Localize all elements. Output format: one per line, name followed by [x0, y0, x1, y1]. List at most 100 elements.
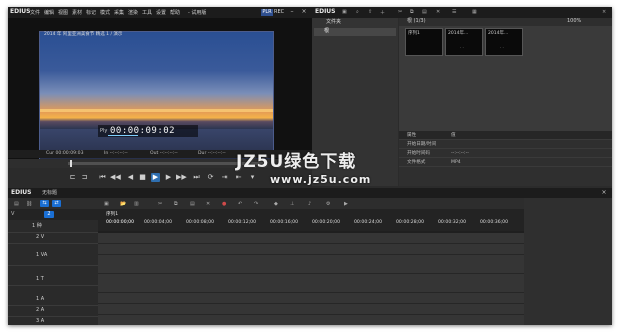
track-name: 1 T — [36, 276, 44, 282]
clip-thumbnail[interactable]: 2014年... · · — [485, 28, 523, 56]
set-in-icon[interactable]: ⊏ — [68, 173, 77, 182]
time-ruler[interactable]: 序列1 00:00:00;00 00:00:04;00 00:00:08;00 … — [98, 209, 524, 231]
insert-icon[interactable]: ⇥ — [220, 173, 229, 182]
track-row[interactable]: 1 A — [8, 295, 98, 306]
properties-icon[interactable]: ☰ — [452, 9, 456, 15]
clip-label: 2014年... — [448, 31, 469, 36]
menu-capture[interactable]: 采集 — [114, 9, 124, 16]
stop-icon[interactable]: ■ — [138, 173, 147, 182]
menu-bar: EDIUS 文件 编辑 视图 素材 标记 模式 采集 渲染 工具 设置 帮助 -… — [8, 7, 312, 18]
view-mode-icon[interactable]: ▦ — [472, 9, 477, 15]
track-row[interactable]: 2 A — [8, 306, 98, 317]
redo-icon[interactable]: ↷ — [254, 201, 258, 207]
fast-forward-icon[interactable]: ▶▶ — [176, 173, 187, 182]
next-edit-icon[interactable]: ⏭ — [192, 173, 201, 182]
track-row[interactable]: 1 VA — [8, 251, 98, 266]
record-icon[interactable]: ● — [222, 201, 226, 207]
folder-tab[interactable]: 文件夹 — [326, 19, 341, 26]
play-icon[interactable]: ▶ — [151, 173, 160, 182]
menu-render[interactable]: 渲染 — [128, 9, 138, 16]
menu-help[interactable]: 帮助 — [170, 9, 180, 16]
side-panel-close-icon[interactable]: × — [600, 189, 608, 197]
cur-timecode: Cur 00:00:09:03 — [46, 151, 84, 156]
overwrite-icon[interactable]: ⇤ — [234, 173, 243, 182]
menu-more-icon[interactable]: ▾ — [248, 173, 257, 182]
close-icon[interactable]: × — [300, 8, 308, 16]
plr-toggle[interactable]: PLR — [261, 9, 273, 16]
step-back-icon[interactable]: ◀ — [126, 173, 135, 182]
rec-toggle[interactable]: REC — [274, 9, 284, 15]
set-out-icon[interactable]: ⊐ — [80, 173, 89, 182]
bin-close-icon[interactable]: × — [602, 9, 606, 15]
track-row[interactable]: 3 A — [8, 317, 98, 325]
render-icon[interactable]: ▶ — [344, 201, 348, 207]
track-lane[interactable] — [98, 233, 524, 244]
v-label: V — [11, 211, 15, 217]
track-lane[interactable] — [98, 255, 524, 274]
property-row: 开始时间码 --:--:--:-- — [399, 149, 612, 158]
paste-icon[interactable]: ▤ — [422, 9, 427, 15]
step-forward-icon[interactable]: ▶ — [164, 173, 173, 182]
copy-icon[interactable]: ⧉ — [410, 9, 414, 15]
audio-icon[interactable]: ♪ — [308, 201, 311, 207]
add-clip-icon[interactable]: ＋ — [380, 9, 385, 16]
new-sequence-icon[interactable]: ▣ — [104, 201, 109, 207]
folder-root-row[interactable]: 根 — [314, 28, 396, 36]
cut-tool-icon[interactable]: ✂ — [158, 201, 162, 207]
split-icon[interactable]: ⊥ — [290, 201, 294, 207]
cut-icon[interactable]: ✂ — [398, 9, 402, 15]
clip-thumbnail[interactable]: 2014年... · · — [445, 28, 483, 56]
sync-icon[interactable]: ⇆ — [40, 200, 49, 207]
track-row[interactable]: 1 T — [8, 275, 98, 286]
prev-edit-icon[interactable]: ⏮ — [98, 173, 107, 182]
undo-icon[interactable]: ↶ — [238, 201, 242, 207]
in-timecode: In --:--:--:-- — [104, 151, 128, 156]
track-row[interactable]: 1 种 — [8, 222, 98, 233]
menu-settings[interactable]: 设置 — [156, 9, 166, 16]
paste-tool-icon[interactable]: ▤ — [190, 201, 195, 207]
up-folder-icon[interactable]: ⇧ — [368, 9, 372, 15]
search-icon[interactable]: ⌕ — [356, 9, 359, 15]
sequence-tab[interactable]: 序列1 — [106, 211, 118, 218]
bin-zoom[interactable]: 100% — [567, 18, 581, 25]
timeline-area[interactable]: 序列1 00:00:00;00 00:00:04;00 00:00:08;00 … — [98, 209, 524, 325]
save-icon[interactable]: ▥ — [134, 201, 139, 207]
menu-file[interactable]: 文件 — [30, 9, 40, 16]
rewind-icon[interactable]: ◀◀ — [110, 173, 121, 182]
mode-icon[interactable]: ▤ — [14, 201, 19, 207]
link-icon[interactable]: ⛓ — [26, 201, 32, 207]
menu-marker[interactable]: 标记 — [86, 9, 96, 16]
folder-icon[interactable]: ▣ — [342, 9, 347, 15]
menu-tools[interactable]: 工具 — [142, 9, 152, 16]
ruler-tick: 00:00:28;00 — [396, 220, 425, 225]
track-lane[interactable] — [98, 304, 524, 315]
clip-bin: 根 (1/3) 100% 序列1 2014年... · · 2014年... ·… — [399, 18, 612, 131]
side-panel-header: × — [524, 188, 612, 198]
delete-icon[interactable]: ✕ — [436, 9, 440, 15]
track-row[interactable]: 2 V — [8, 233, 98, 244]
track-lane[interactable] — [98, 244, 524, 255]
track-patch-icon[interactable]: 2 — [44, 211, 54, 218]
bin-path: 根 (1/3) — [407, 18, 426, 24]
minimize-icon[interactable]: – — [288, 8, 296, 16]
marker-icon[interactable]: ◆ — [274, 201, 278, 207]
menu-mode[interactable]: 模式 — [100, 9, 110, 16]
ruler-tick: 00:00:24;00 — [354, 220, 383, 225]
menu-view[interactable]: 视图 — [58, 9, 68, 16]
track-lane[interactable] — [98, 293, 524, 304]
scrub-handle[interactable] — [70, 160, 72, 167]
track-lane[interactable] — [98, 315, 524, 325]
settings-icon[interactable]: ⚙ — [326, 201, 330, 207]
open-icon[interactable]: 📂 — [120, 201, 126, 207]
track-headers: V 2 1 种 2 V 1 VA 1 T 1 A 2 A 3 A — [8, 209, 98, 325]
prop-key: 开始日期/时间 — [407, 142, 437, 147]
loop-icon[interactable]: ⟳ — [206, 173, 215, 182]
track-lane[interactable] — [98, 274, 524, 293]
delete-tool-icon[interactable]: ✕ — [206, 201, 210, 207]
menu-clip[interactable]: 素材 — [72, 9, 82, 16]
clip-thumbnail[interactable]: 序列1 — [405, 28, 443, 56]
copy-tool-icon[interactable]: ⧉ — [174, 201, 178, 207]
menu-edit[interactable]: 编辑 — [44, 9, 54, 16]
ripple-icon[interactable]: ⇄ — [52, 200, 61, 207]
timeline-toolbar: ▤ ⛓ ⇆ ⇄ ▣ 📂 ▥ ✂ ⧉ ▤ ✕ ● ↶ ↷ ◆ ⊥ ♪ ⚙ ▶ — [8, 198, 524, 209]
